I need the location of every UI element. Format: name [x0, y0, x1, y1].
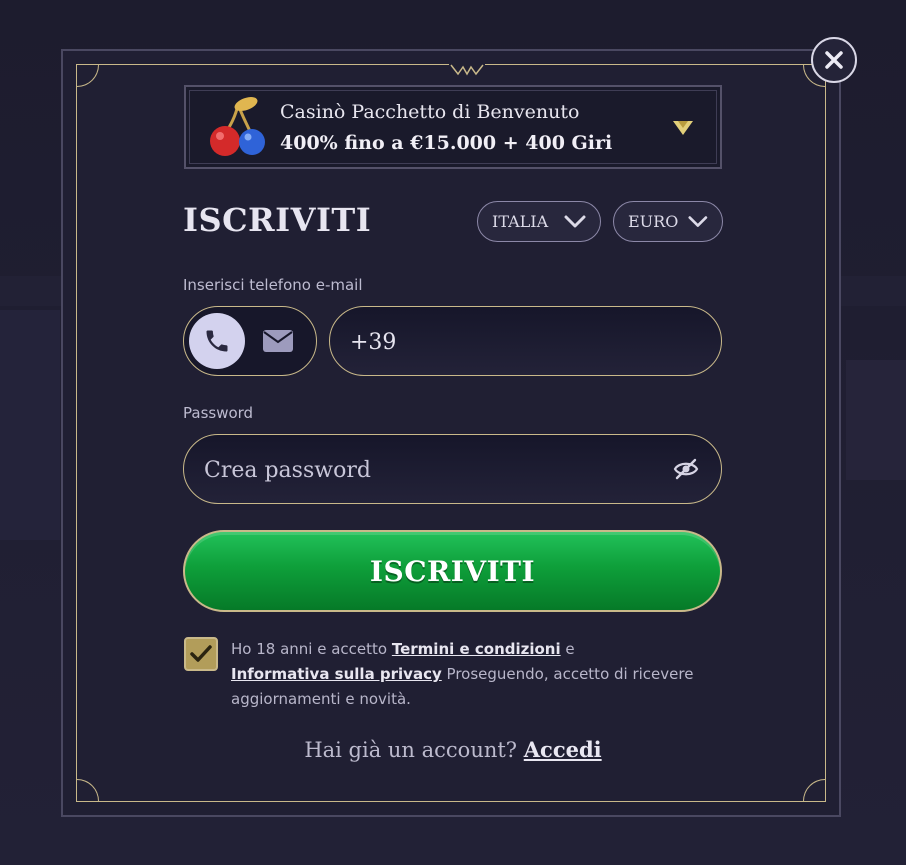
welcome-package-selector[interactable]: Casinò Pacchetto di Benvenuto 400% fino … [184, 85, 722, 169]
consent-checkbox[interactable] [184, 637, 218, 671]
background-panel-left [0, 310, 60, 540]
contact-field-label: Inserisci telefono e-mail [183, 276, 363, 294]
phone-input-wrapper [329, 306, 722, 377]
promo-title: Casinò Pacchetto di Benvenuto [280, 101, 580, 123]
chevron-down-icon [673, 121, 693, 135]
password-input-wrapper [183, 434, 722, 505]
cherries-icon [210, 97, 265, 156]
login-question: Hai già un account? [304, 738, 518, 762]
consent-text: Ho 18 anni e accetto Termini e condizion… [231, 637, 701, 712]
consent-text-part: e [565, 640, 575, 658]
contact-method-toggle [183, 306, 317, 376]
background-panel-right [846, 360, 906, 480]
frame-corner [76, 779, 99, 802]
password-field-label: Password [183, 404, 254, 422]
password-input[interactable] [202, 435, 636, 505]
phone-toggle-button[interactable] [189, 313, 245, 369]
close-icon [825, 51, 843, 69]
country-select[interactable]: ITALIA [477, 201, 601, 242]
currency-select-value: EURO [628, 212, 679, 231]
frame-corner [76, 64, 99, 87]
phone-icon [206, 330, 228, 352]
submit-button[interactable]: ISCRIVITI [183, 530, 722, 612]
crown-ornament-icon [449, 62, 485, 76]
terms-link[interactable]: Termini e condizioni [392, 640, 561, 658]
email-toggle-button[interactable] [262, 328, 294, 354]
page-title: ISCRIVITI [183, 201, 372, 239]
envelope-icon [263, 330, 293, 352]
chevron-down-icon [688, 215, 708, 227]
phone-input[interactable] [348, 307, 665, 377]
close-button[interactable] [811, 37, 857, 83]
chevron-down-icon [564, 215, 586, 227]
frame-corner [803, 779, 826, 802]
login-link[interactable]: Accedi [524, 737, 602, 762]
country-select-value: ITALIA [492, 212, 549, 231]
eye-off-icon[interactable] [673, 458, 699, 480]
checkmark-icon [190, 645, 212, 662]
consent-text-part: Ho 18 anni e accetto [231, 640, 388, 658]
privacy-link[interactable]: Informativa sulla privacy [231, 665, 442, 683]
promo-offer: 400% fino a €15.000 + 400 Giri [280, 132, 613, 154]
login-prompt: Hai già un account? Accedi [0, 737, 906, 762]
currency-select[interactable]: EURO [613, 201, 723, 242]
